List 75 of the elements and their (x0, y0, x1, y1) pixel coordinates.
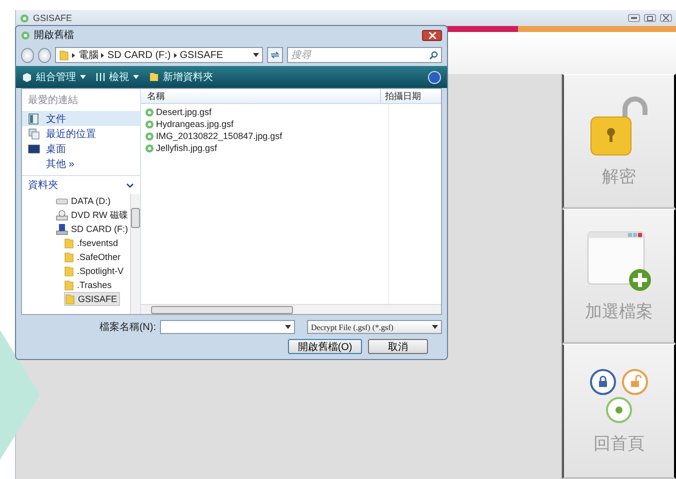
folders-heading: 資料夾 (28, 178, 58, 192)
drive-icon (56, 197, 68, 205)
folder-icon (59, 50, 70, 60)
folder-tree-item[interactable]: .SafeOther (64, 250, 123, 264)
file-type-dropdown[interactable]: Decrypt File (.gsf) (*.gsf) (307, 320, 442, 334)
favorite-link[interactable]: 文件 (22, 111, 140, 126)
recent-places-icon (28, 128, 40, 140)
chevron-right-icon (72, 52, 76, 58)
folder-tree-item[interactable]: .Spotlight-V (64, 264, 126, 278)
folder-icon (65, 294, 75, 304)
folder-tree-item[interactable]: GSISAFE (64, 292, 120, 306)
close-button[interactable] (422, 30, 442, 40)
new-folder-icon (149, 72, 159, 82)
dvd-drive-icon (56, 210, 68, 220)
search-field[interactable]: 搜尋 (287, 47, 442, 63)
favorite-link[interactable]: 最近的位置 (22, 126, 140, 141)
search-icon (429, 50, 438, 60)
unlocked-padlock-icon (589, 94, 649, 156)
column-header[interactable]: 拍攝日期 (380, 89, 441, 103)
folder-tree-item[interactable]: DVD RW 磁碟 (56, 208, 130, 222)
dialog-logo-icon (21, 30, 30, 40)
desktop-icon (28, 142, 40, 154)
back-button[interactable] (21, 48, 34, 62)
folder-tree-item[interactable]: SD CARD (F:) (56, 222, 130, 236)
chevron-right-icon (101, 52, 104, 58)
file-name[interactable]: Desert.jpg.gsf (156, 107, 212, 117)
maximize-icon (647, 16, 653, 20)
column-header[interactable]: 名稱 (141, 89, 380, 103)
close-button[interactable] (660, 14, 672, 22)
favorites-heading: 最愛的連結 (27, 94, 79, 108)
vertical-scrollbar[interactable] (130, 194, 140, 314)
filename-field[interactable] (160, 320, 295, 334)
caret-down-icon (285, 325, 291, 329)
file-name[interactable]: Jellyfish.jpg.gsf (156, 143, 218, 153)
app-logo-icon (20, 14, 29, 22)
toolbar-button[interactable]: 新增資料夾 (149, 70, 213, 84)
minimize-button[interactable] (628, 14, 640, 22)
favorite-link[interactable]: 桌面 (22, 141, 140, 156)
collapse-chevron-icon[interactable] (126, 182, 134, 188)
organize-icon (22, 72, 32, 82)
folder-tree-item[interactable]: .Trashes (64, 278, 114, 292)
open-button[interactable]: 開啟舊檔(O) (288, 339, 362, 354)
app-title: GSISAFE (33, 13, 72, 23)
close-icon (428, 32, 436, 38)
folder-icon (64, 266, 74, 276)
minimize-icon (631, 17, 637, 19)
caret-down-icon (253, 53, 260, 57)
filename-label: 檔案名稱(N): (98, 320, 156, 334)
forward-button[interactable] (38, 48, 52, 62)
dialog-title: 開啟舊檔 (34, 28, 74, 42)
folder-icon (64, 252, 74, 262)
cancel-button[interactable]: 取消 (368, 339, 428, 354)
three-circles-icon (588, 368, 650, 424)
horizontal-scrollbar[interactable] (141, 304, 441, 314)
folder-icon (64, 238, 74, 248)
favorite-link[interactable]: 其他 » (22, 156, 140, 171)
caret-down-icon (432, 325, 438, 329)
views-icon (96, 72, 105, 82)
document-icon (28, 112, 40, 124)
refresh-icon (270, 51, 280, 59)
folder-tree-item[interactable]: DATA (D:) (56, 194, 113, 208)
address-bar[interactable]: 電腦 SD CARD (F:) GSISAFE (55, 47, 264, 63)
help-icon[interactable] (428, 70, 441, 84)
maximize-button[interactable] (644, 14, 656, 22)
add-window-icon (586, 230, 652, 292)
toolbar-button[interactable]: 檢視 (96, 70, 139, 84)
chevron-right-icon (174, 52, 177, 58)
toolbar-button[interactable]: 組合管理 (22, 70, 86, 84)
file-name[interactable]: IMG_20130822_150847.jpg.gsf (156, 131, 282, 141)
folder-tree-item[interactable]: .fseventsd (64, 236, 120, 250)
close-icon (663, 15, 669, 21)
file-name[interactable]: Hydrangeas.jpg.gsf (156, 119, 234, 129)
refresh-button[interactable] (267, 47, 284, 63)
sd-card-icon (56, 224, 68, 234)
folder-icon (64, 280, 74, 290)
